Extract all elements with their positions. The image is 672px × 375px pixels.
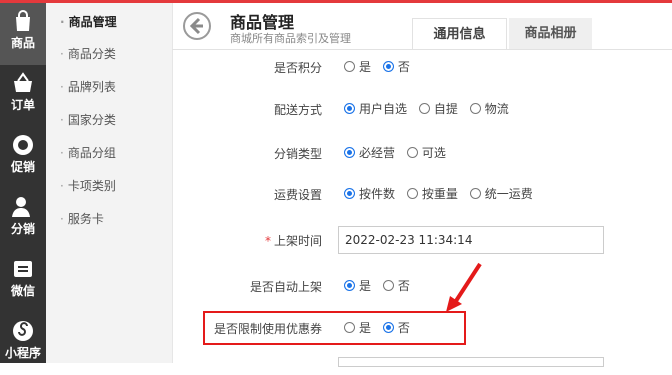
person-icon (12, 197, 30, 217)
rail-item-label: 订单 (10, 98, 35, 112)
distribution-label: 分销类型 (273, 147, 322, 161)
rail-item-orders[interactable]: 订单 (0, 65, 46, 127)
rail-item-promotion[interactable]: 促销 (0, 127, 46, 189)
distribution-required-radio[interactable]: 必经营 (344, 144, 395, 161)
wechat-icon (14, 261, 32, 277)
subnav-item-categories[interactable]: · 商品分类 (60, 45, 116, 62)
auto-shelf-options: 是 否 (344, 277, 418, 294)
basket-icon (14, 72, 32, 92)
points-no-radio[interactable]: 否 (382, 58, 410, 75)
sub-nav: · 商品管理 · 商品分类 · 品牌列表 · 国家分类 · 商品分组 · 卡项类别 · 服务卡 (46, 3, 173, 363)
freight-by-count-radio[interactable]: 按件数 (344, 185, 395, 202)
auto-shelf-yes-radio[interactable]: 是 (344, 277, 371, 294)
tab-general-info[interactable]: 通用信息 (412, 18, 507, 50)
mini-program-icon (13, 321, 33, 341)
rail-item-mini-program[interactable]: 小程序 (0, 313, 46, 375)
rail-item-label: 促销 (10, 160, 35, 174)
subnav-item-service-card[interactable]: · 服务卡 (60, 210, 104, 227)
main-rail: 商品 订单 促销 分销 微信 小程序 (0, 3, 46, 363)
subnav-item-brands[interactable]: · 品牌列表 (60, 78, 116, 95)
points-options: 是 否 (344, 58, 418, 75)
auto-shelf-no-radio[interactable]: 否 (382, 277, 410, 294)
page-subtitle: 商城所有商品索引及管理 (230, 32, 351, 45)
subnav-item-groups[interactable]: · 商品分组 (60, 144, 116, 161)
rail-item-label: 小程序 (4, 346, 41, 360)
subnav-item-card-types[interactable]: · 卡项类别 (60, 177, 116, 194)
rail-item-label: 微信 (10, 284, 35, 298)
rail-item-wechat[interactable]: 微信 (0, 251, 46, 313)
back-button[interactable] (183, 12, 211, 40)
rail-item-label: 商品 (10, 36, 35, 50)
freight-options: 按件数 按重量 统一运费 (344, 185, 541, 202)
points-yes-radio[interactable]: 是 (344, 58, 371, 75)
arrow-left-icon (189, 17, 203, 35)
auto-shelf-label: 是否自动上架 (249, 280, 322, 294)
freight-label: 运费设置 (273, 188, 322, 202)
delivery-options: 用户自选 自提 物流 (344, 100, 517, 117)
delivery-pickup-radio[interactable]: 自提 (418, 100, 458, 117)
highlight-box (203, 311, 466, 345)
sale-badge-icon (13, 135, 33, 155)
rail-item-goods[interactable]: 商品 (0, 3, 46, 65)
delivery-label: 配送方式 (273, 103, 322, 117)
shelf-time-label: * 上架时间 (264, 234, 322, 248)
rail-item-label: 分销 (10, 222, 35, 236)
points-label: 是否积分 (273, 61, 322, 75)
freight-by-weight-radio[interactable]: 按重量 (406, 185, 458, 202)
shopping-bag-icon (16, 10, 30, 31)
freight-flat-radio[interactable]: 统一运费 (469, 185, 533, 202)
delivery-user-choice-radio[interactable]: 用户自选 (344, 100, 407, 117)
distribution-options: 必经营 可选 (344, 144, 454, 161)
annotation-arrow-icon (446, 262, 482, 312)
subnav-item-countries[interactable]: · 国家分类 (60, 111, 116, 128)
header-divider (172, 49, 672, 50)
next-input-field[interactable] (338, 357, 604, 367)
subnav-item-goods-management[interactable]: · 商品管理 (60, 13, 117, 30)
delivery-logistics-radio[interactable]: 物流 (469, 100, 509, 117)
rail-item-distribution[interactable]: 分销 (0, 189, 46, 251)
required-marker: * (264, 234, 271, 248)
tab-album[interactable]: 商品相册 (509, 18, 592, 50)
distribution-optional-radio[interactable]: 可选 (406, 144, 446, 161)
shelf-time-input[interactable]: 2022-02-23 11:34:14 (338, 226, 604, 254)
